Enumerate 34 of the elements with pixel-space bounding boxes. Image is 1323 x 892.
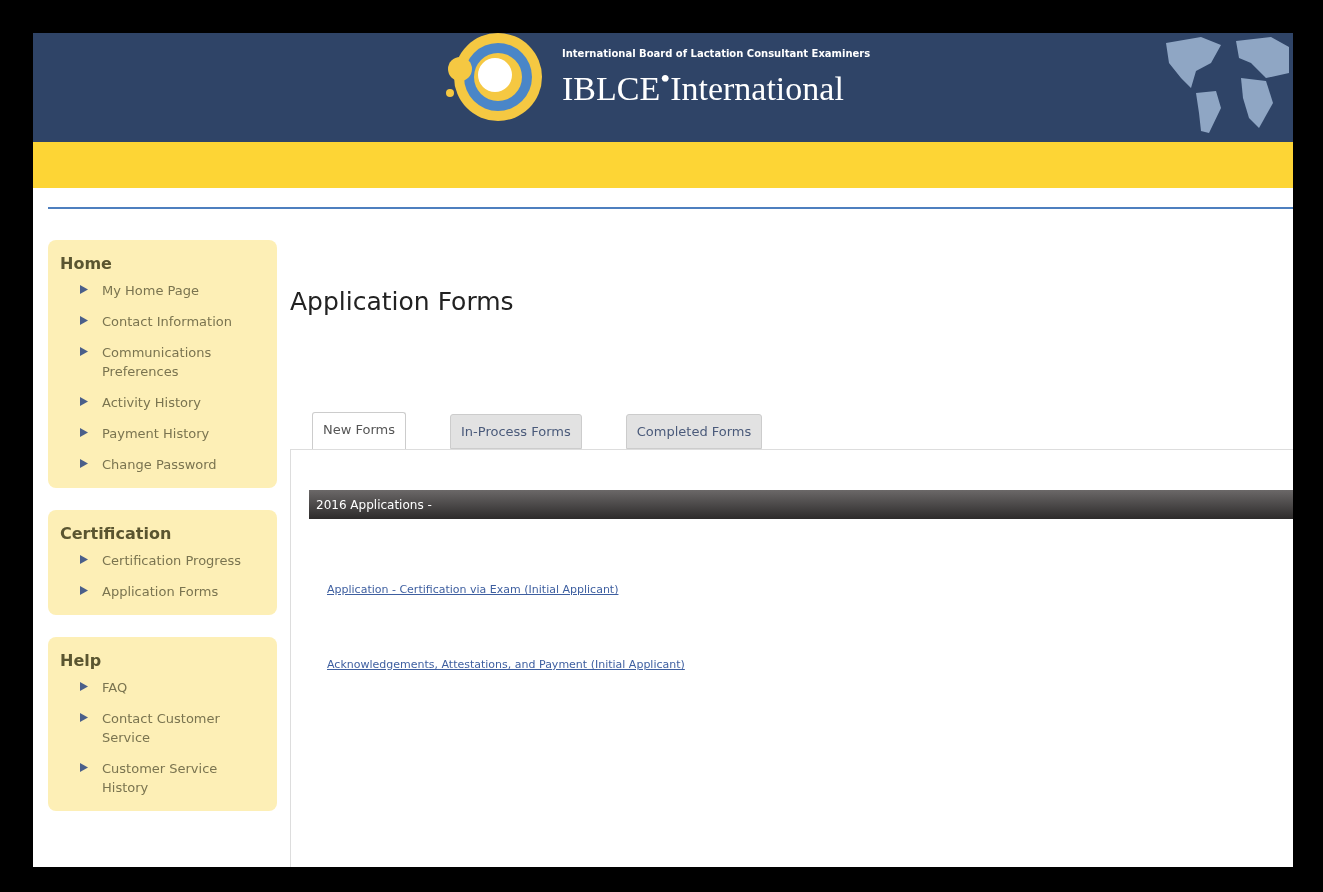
bullet-arrow-icon: [80, 347, 88, 356]
bullet-arrow-icon: [80, 428, 88, 437]
bullet-arrow-icon: [80, 397, 88, 406]
bullet-arrow-icon: [80, 682, 88, 691]
tab[interactable]: Completed Forms: [625, 414, 763, 449]
bullet-arrow-icon: [80, 763, 88, 772]
sidebar-heading: Home: [60, 254, 113, 273]
bullet-arrow-icon: [80, 555, 88, 564]
form-link[interactable]: Application - Certification via Exam (Initial Applicant): [327, 583, 619, 596]
organization-name: International Board of Lactation Consultant Examiners: [562, 48, 871, 59]
sidebar-link[interactable]: Certification Progress: [102, 551, 241, 570]
sidebar-link[interactable]: FAQ: [102, 678, 128, 697]
bullet-arrow-icon: [80, 316, 88, 325]
tab[interactable]: In-Process Forms: [450, 414, 582, 449]
sidebar-link[interactable]: Application Forms: [102, 582, 219, 601]
sidebar-link[interactable]: Contact Customer Service: [102, 709, 265, 747]
bullet-arrow-icon: [80, 285, 88, 294]
page-title: Application Forms: [290, 287, 515, 316]
sidebar-link[interactable]: Payment History: [102, 424, 210, 443]
sidebar-link[interactable]: Change Password: [102, 455, 217, 474]
sidebar-heading: Help: [60, 651, 103, 670]
sidebar-link[interactable]: Customer Service History: [102, 759, 265, 797]
sidebar-link[interactable]: My Home Page: [102, 281, 200, 300]
site-title: IBLCE$^{•}$International: [562, 63, 845, 109]
sidebar-link[interactable]: Activity History: [102, 393, 201, 412]
section-title: 2016 Applications -: [316, 497, 432, 512]
bullet-arrow-icon: [80, 459, 88, 468]
sidebar-link[interactable]: Communications Preferences: [102, 343, 265, 381]
form-link[interactable]: Acknowledgements, Attestations, and Payment (Initial Applicant): [327, 658, 685, 671]
bullet-arrow-icon: [80, 713, 88, 722]
bullet-arrow-icon: [80, 586, 88, 595]
sidebar-heading: Certification: [60, 524, 173, 543]
tab[interactable]: New Forms: [312, 412, 406, 449]
sidebar-link[interactable]: Contact Information: [102, 312, 232, 331]
